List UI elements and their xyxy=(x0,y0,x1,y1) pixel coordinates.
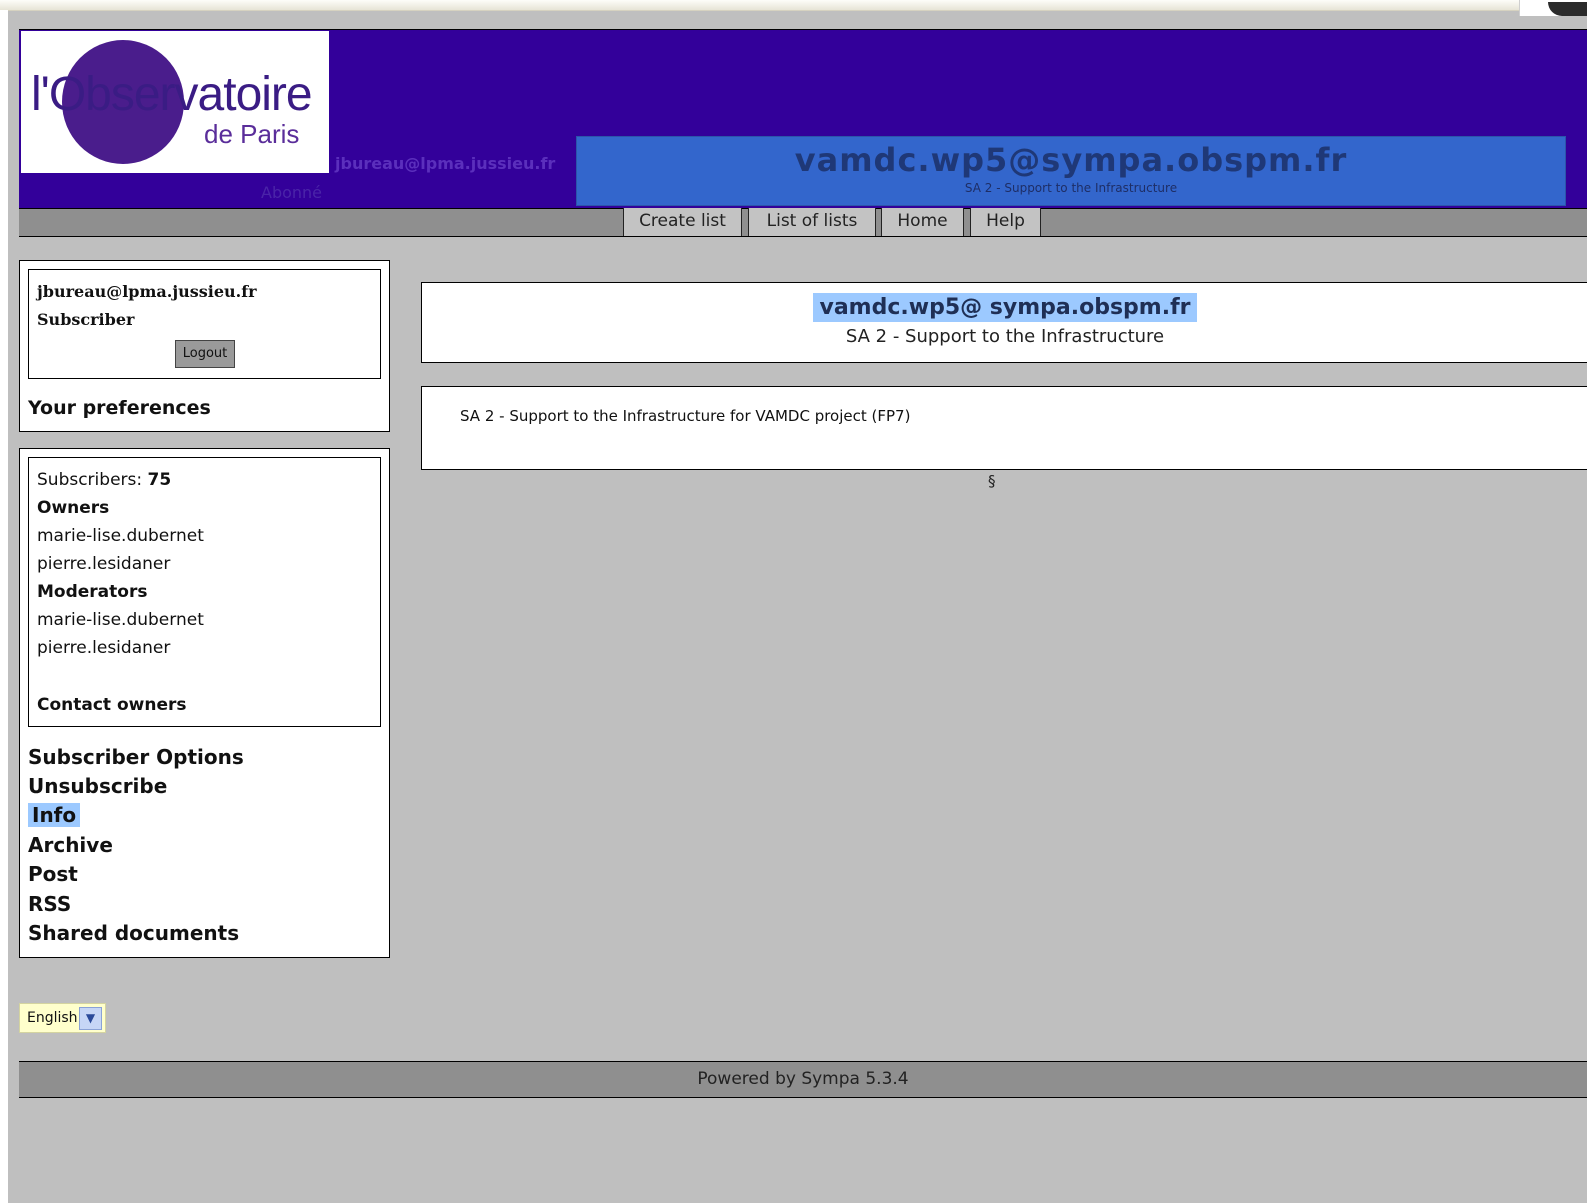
header-title-band: vamdc.wp5@sympa.obspm.fr SA 2 - Support … xyxy=(576,136,1566,206)
contact-owners-link[interactable]: Contact owners xyxy=(37,695,187,715)
header-list-subject: SA 2 - Support to the Infrastructure xyxy=(964,181,1178,195)
moderator-link[interactable]: marie-lise.dubernet xyxy=(37,610,204,630)
list-subject-title: SA 2 - Support to the Infrastructure xyxy=(845,326,1165,347)
subscribers-count-line: Subscribers: 75 xyxy=(37,470,171,490)
left-gutter xyxy=(0,10,8,1203)
nav-rss[interactable]: RSS xyxy=(28,892,71,916)
menu-help[interactable]: Help xyxy=(970,208,1041,236)
subscribers-label: Subscribers: xyxy=(37,470,143,490)
header-user-email: jbureau@lpma.jussieu.fr xyxy=(335,154,556,173)
moderator-link[interactable]: pierre.lesidaner xyxy=(37,638,170,658)
sidebar-user-role: Subscriber xyxy=(37,310,135,329)
sidebar-user-email: jbureau@lpma.jussieu.fr xyxy=(37,282,257,301)
logo-sub-text: de Paris xyxy=(204,119,300,149)
list-description-card: SA 2 - Support to the Infrastructure for… xyxy=(421,386,1587,470)
list-title-card: vamdc.wp5@ sympa.obspm.fr SA 2 - Support… xyxy=(421,282,1587,363)
top-menu-bar: Create list List of lists Home Help xyxy=(19,208,1587,237)
language-selected-value: English xyxy=(27,1010,78,1026)
nav-archive[interactable]: Archive xyxy=(28,833,113,857)
chevron-down-icon[interactable]: ▼ xyxy=(79,1007,102,1030)
menu-home[interactable]: Home xyxy=(881,208,964,236)
section-mark: § xyxy=(988,472,996,490)
list-address-title: vamdc.wp5@ sympa.obspm.fr xyxy=(813,293,1197,322)
menu-list-of-lists[interactable]: List of lists xyxy=(748,208,876,236)
owner-link[interactable]: marie-lise.dubernet xyxy=(37,526,204,546)
owners-heading: Owners xyxy=(37,498,110,518)
header-list-address: vamdc.wp5@sympa.obspm.fr xyxy=(794,141,1348,179)
logout-button[interactable]: Logout xyxy=(175,340,235,368)
nav-unsubscribe[interactable]: Unsubscribe xyxy=(28,774,167,798)
list-description-text: SA 2 - Support to the Infrastructure for… xyxy=(460,407,911,425)
window-top-strip xyxy=(0,0,1587,11)
logo-main-text: l'Observatoire xyxy=(31,68,313,121)
list-info-box: Subscribers: 75 Owners marie-lise.dubern… xyxy=(28,457,381,727)
nav-subscriber-options[interactable]: Subscriber Options xyxy=(28,745,244,769)
header-user-role: Abonné xyxy=(261,183,323,202)
site-header: l'Observatoire de Paris jbureau@lpma.jus… xyxy=(19,29,1587,209)
list-info-panel: Subscribers: 75 Owners marie-lise.dubern… xyxy=(19,448,390,958)
nav-info[interactable]: Info xyxy=(28,803,81,827)
moderators-heading: Moderators xyxy=(37,582,148,602)
window-corner-decoration xyxy=(1519,0,1587,16)
nav-shared-documents[interactable]: Shared documents xyxy=(28,921,239,945)
menu-create-list[interactable]: Create list xyxy=(623,208,742,236)
your-preferences-link[interactable]: Your preferences xyxy=(28,397,211,419)
observatoire-logo[interactable]: l'Observatoire de Paris xyxy=(21,31,329,173)
subscribers-count: 75 xyxy=(147,470,172,490)
language-select[interactable]: English ▼ xyxy=(19,1003,106,1033)
owner-link[interactable]: pierre.lesidaner xyxy=(37,554,170,574)
footer-powered-by: Powered by Sympa 5.3.4 xyxy=(19,1061,1587,1098)
nav-post[interactable]: Post xyxy=(28,862,78,886)
login-panel: jbureau@lpma.jussieu.fr Subscriber Logou… xyxy=(19,260,390,432)
login-box: jbureau@lpma.jussieu.fr Subscriber Logou… xyxy=(28,269,381,379)
